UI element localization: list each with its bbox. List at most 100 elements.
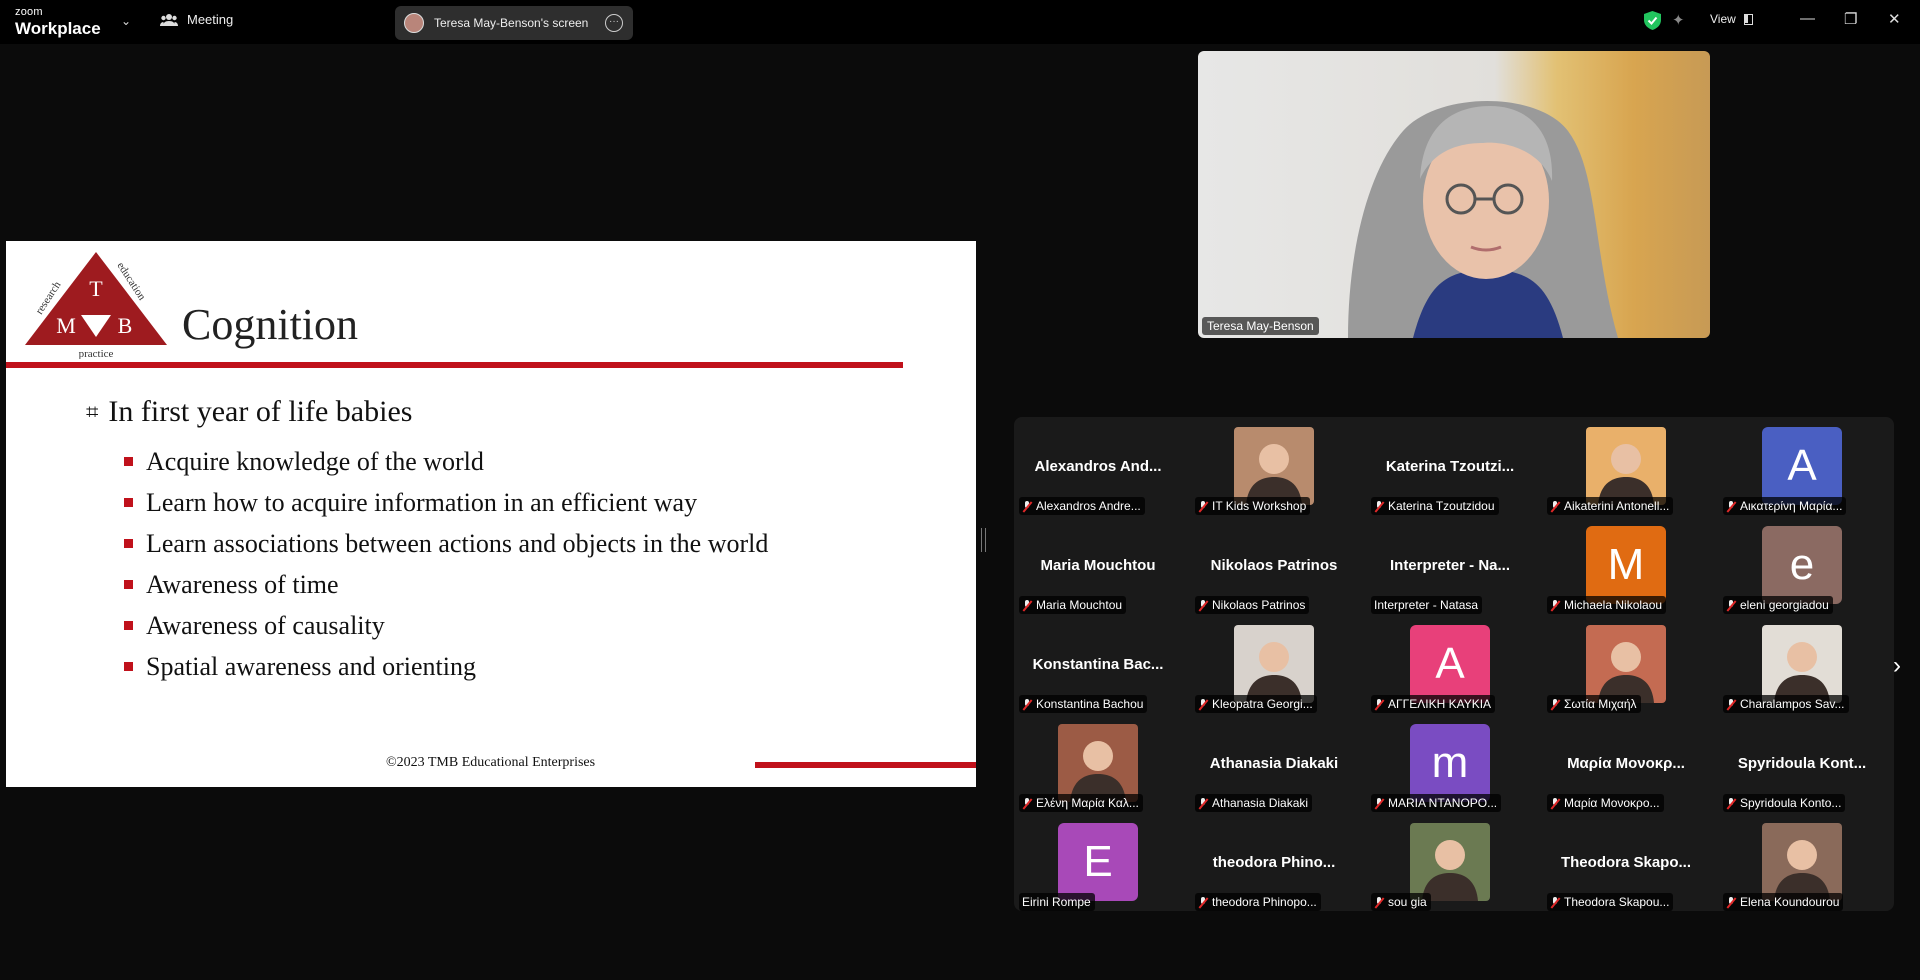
view-button[interactable]: View — [1710, 12, 1753, 26]
participant-name-label: Αικατερίνη Μαρία... — [1723, 497, 1847, 515]
participant-label-text: ΑΓΓΕΛΙΚΗ ΚΑΥΚΙΑ — [1388, 697, 1492, 711]
chevron-down-icon[interactable]: ⌄ — [121, 14, 131, 28]
minimize-icon[interactable]: — — [1800, 10, 1815, 27]
mic-muted-icon — [1726, 599, 1736, 611]
participant-tile[interactable]: A Αικατερίνη Μαρία... — [1718, 427, 1886, 517]
participant-tile[interactable]: IT Kids Workshop — [1190, 427, 1358, 517]
participant-label-text: Alexandros Andre... — [1036, 499, 1141, 513]
participant-tile[interactable]: A ΑΓΓΕΛΙΚΗ ΚΑΥΚΙΑ — [1366, 625, 1534, 715]
meeting-button[interactable]: Meeting — [160, 12, 233, 27]
bullet-marker-icon: ⌗ — [86, 399, 99, 424]
mic-muted-icon — [1198, 698, 1208, 710]
sub-bullet: Learn how to acquire information in an e… — [124, 482, 768, 523]
participant-label-text: sou gia — [1388, 895, 1427, 909]
participant-tile[interactable]: Spyridoula Kont... Spyridoula Konto... — [1718, 724, 1886, 814]
slide-footer: ©2023 TMB Educational Enterprises — [386, 755, 596, 770]
participant-display-name: Athanasia Diakaki — [1209, 754, 1339, 772]
ai-companion-icon[interactable]: ✦ — [1672, 11, 1685, 29]
screen-share-indicator[interactable]: Teresa May-Benson's screen ··· — [395, 6, 633, 40]
participants-icon — [160, 13, 178, 26]
participant-display-name: Spyridoula Kont... — [1737, 754, 1867, 772]
participant-tile[interactable]: Theodora Skapo... Theodora Skapou... — [1542, 823, 1710, 913]
participant-name-label: IT Kids Workshop — [1195, 497, 1311, 515]
encryption-shield-icon[interactable] — [1644, 11, 1661, 30]
participant-name-label: ΑΓΓΕΛΙΚΗ ΚΑΥΚΙΑ — [1371, 695, 1496, 713]
participant-label-text: Nikolaos Patrinos — [1212, 598, 1306, 612]
participant-display-name: Μαρία Μονοκρ... — [1567, 754, 1685, 772]
close-icon[interactable]: ✕ — [1888, 10, 1901, 28]
participant-tile[interactable]: Athanasia Diakaki Athanasia Diakaki — [1190, 724, 1358, 814]
participant-avatar: A — [1762, 427, 1842, 505]
presenter-avatar — [404, 13, 424, 33]
participant-name-label: theodora Phinopo... — [1195, 893, 1321, 911]
speaker-video[interactable]: Teresa May-Benson — [1198, 51, 1710, 338]
sub-bullet: Spatial awareness and orienting — [124, 646, 768, 687]
participant-name-label: Alexandros Andre... — [1019, 497, 1145, 515]
participant-display-name: Maria Mouchtou — [1040, 556, 1156, 574]
participant-tile[interactable]: E Eirini Rompe — [1014, 823, 1182, 913]
participant-tile[interactable]: theodora Phino... theodora Phinopo... — [1190, 823, 1358, 913]
participant-tile[interactable]: Μαρία Μονοκρ... Μαρία Μονοκρο... — [1542, 724, 1710, 814]
resize-handle[interactable] — [981, 528, 986, 552]
participant-tile[interactable]: Elena Koundourou — [1718, 823, 1886, 913]
participant-tile[interactable]: sou gia — [1366, 823, 1534, 913]
mic-muted-icon — [1022, 599, 1032, 611]
participant-name-label: eleni georgiadou — [1723, 596, 1833, 614]
meeting-label: Meeting — [187, 12, 234, 27]
participant-name-label: Ελένη Μαρία Καλ... — [1019, 794, 1143, 812]
participant-name-label: Kleopatra Georgi... — [1195, 695, 1317, 713]
participant-tile[interactable]: Kleopatra Georgi... — [1190, 625, 1358, 715]
participant-name-label: Eirini Rompe — [1019, 893, 1095, 911]
mic-muted-icon — [1198, 896, 1208, 908]
chevron-right-icon[interactable]: › — [1893, 652, 1901, 680]
participant-tile[interactable]: Interpreter - Na... Interpreter - Natasa — [1366, 526, 1534, 616]
participant-display-name: Konstantina Bac... — [1032, 655, 1164, 673]
participant-display-name: Katerina Tzoutzi... — [1385, 457, 1515, 475]
participant-label-text: Athanasia Diakaki — [1212, 796, 1309, 810]
participant-display-name: theodora Phino... — [1212, 853, 1336, 871]
participant-label-text: Αικατερίνη Μαρία... — [1740, 499, 1843, 513]
participant-tile[interactable]: Charalampos Sav... — [1718, 625, 1886, 715]
more-options-icon[interactable]: ··· — [605, 14, 623, 32]
mic-muted-icon — [1374, 500, 1384, 512]
participant-photo — [1234, 625, 1314, 703]
participant-label-text: Interpreter - Natasa — [1374, 598, 1479, 612]
logo-letter-b: B — [118, 313, 133, 338]
zoom-workplace-logo: zoom Workplace — [15, 7, 101, 38]
speaker-illustration — [1348, 101, 1618, 338]
footer-divider — [755, 762, 976, 768]
participant-name-label: Michaela Nikolaou — [1547, 596, 1667, 614]
mic-muted-icon — [1550, 797, 1560, 809]
participant-tile[interactable]: Aikaterini Antonell... — [1542, 427, 1710, 517]
participant-tile[interactable]: M Michaela Nikolaou — [1542, 526, 1710, 616]
participant-tile[interactable]: Σωτία Μιχαήλ — [1542, 625, 1710, 715]
tmb-logo: T M B research education practice — [25, 252, 167, 359]
participant-tile[interactable]: Konstantina Bac... Konstantina Bachou — [1014, 625, 1182, 715]
participant-name-label: Nikolaos Patrinos — [1195, 596, 1310, 614]
participant-name-label: Interpreter - Natasa — [1371, 596, 1483, 614]
participant-label-text: Konstantina Bachou — [1036, 697, 1144, 711]
participant-display-name: Theodora Skapo... — [1560, 853, 1692, 871]
title-divider — [6, 362, 903, 368]
mic-muted-icon — [1550, 698, 1560, 710]
speaker-name: Teresa May-Benson — [1202, 317, 1319, 335]
mic-muted-icon — [1022, 797, 1032, 809]
restore-icon[interactable]: ❐ — [1844, 10, 1857, 28]
participant-tile[interactable]: Nikolaos Patrinos Nikolaos Patrinos — [1190, 526, 1358, 616]
participant-label-text: Σωτία Μιχαήλ — [1564, 697, 1637, 711]
participant-label-text: Theodora Skapou... — [1564, 895, 1670, 909]
participant-label-text: IT Kids Workshop — [1212, 499, 1307, 513]
participant-tile[interactable]: Ελένη Μαρία Καλ... — [1014, 724, 1182, 814]
participant-tile[interactable]: m MARIA NTANOPO... — [1366, 724, 1534, 814]
participant-name-label: Maria Mouchtou — [1019, 596, 1127, 614]
participant-photo — [1586, 625, 1666, 703]
sub-bullet: Awareness of time — [124, 564, 768, 605]
mic-muted-icon — [1022, 698, 1032, 710]
mic-muted-icon — [1550, 500, 1560, 512]
participant-display-name: Alexandros And... — [1034, 457, 1162, 475]
participant-tile[interactable]: e eleni georgiadou — [1718, 526, 1886, 616]
mic-muted-icon — [1374, 797, 1384, 809]
participant-tile[interactable]: Katerina Tzoutzi... Katerina Tzoutzidou — [1366, 427, 1534, 517]
participant-tile[interactable]: Alexandros And... Alexandros Andre... — [1014, 427, 1182, 517]
participant-tile[interactable]: Maria Mouchtou Maria Mouchtou — [1014, 526, 1182, 616]
